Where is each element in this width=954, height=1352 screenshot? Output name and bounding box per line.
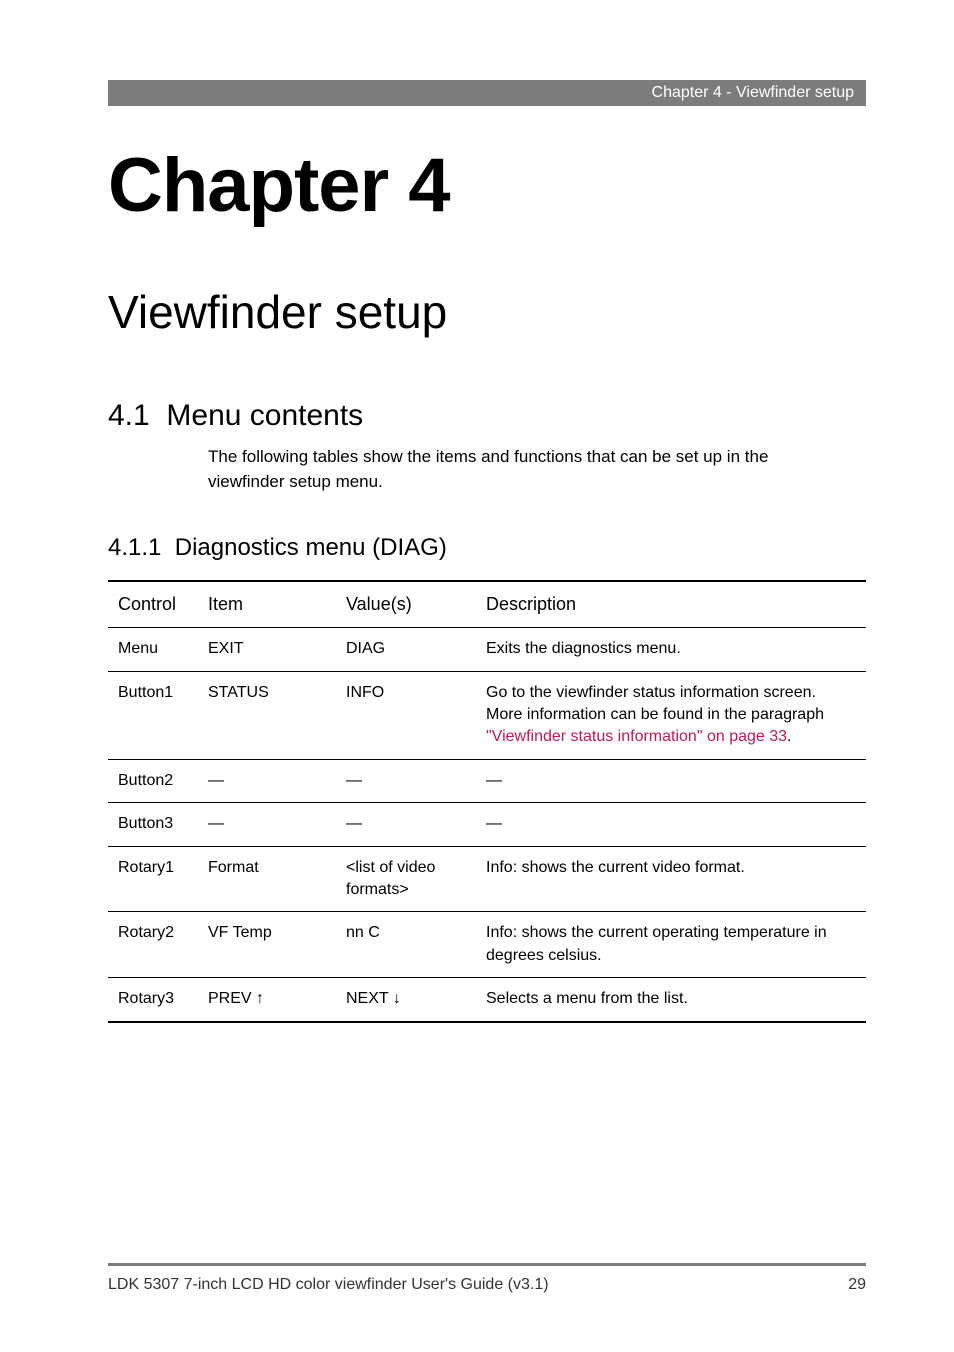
subsection-heading: 4.1.1 Diagnostics menu (DIAG) (108, 534, 866, 562)
cell-values: — (336, 803, 476, 846)
header-bar: Chapter 4 - Viewfinder setup (108, 80, 866, 106)
th-item: Item (198, 581, 336, 628)
section-heading: 4.1 Menu contents (108, 399, 866, 433)
table-row: Button1STATUSINFO Go to the viewfinder st… (108, 671, 866, 759)
chapter-subtitle: Viewfinder setup (108, 285, 866, 339)
footer-page-number: 29 (848, 1276, 866, 1294)
table-row: MenuEXITDIAG Exits the diagnostics menu. (108, 628, 866, 671)
page-footer: LDK 5307 7-inch LCD HD color viewfinder … (108, 1263, 866, 1294)
cell-description: Info: shows the current operating temper… (476, 912, 866, 978)
section-intro: The following tables show the items and … (208, 445, 808, 494)
desc-text: Go to the viewfinder status information … (486, 684, 824, 723)
th-control: Control (108, 581, 198, 628)
cell-item: EXIT (198, 628, 336, 671)
cell-values: — (336, 759, 476, 802)
table-row: Button2——— (108, 759, 866, 802)
desc-text: Selects a menu from the list. (486, 990, 688, 1007)
th-description: Description (476, 581, 866, 628)
cell-values: nn C (336, 912, 476, 978)
cell-description: Selects a menu from the list. (476, 978, 866, 1022)
cell-control: Rotary1 (108, 846, 198, 912)
cell-item: STATUS (198, 671, 336, 759)
section-number: 4.1 (108, 399, 150, 432)
table-row: Rotary2VF Tempnn C Info: shows the curren… (108, 912, 866, 978)
cell-description: — (476, 803, 866, 846)
cell-control: Rotary2 (108, 912, 198, 978)
cell-control: Menu (108, 628, 198, 671)
cell-item: PREV ↑ (198, 978, 336, 1022)
cell-values: NEXT ↓ (336, 978, 476, 1022)
cell-control: Rotary3 (108, 978, 198, 1022)
cell-description: — (476, 759, 866, 802)
desc-text: Info: shows the current operating temper… (486, 924, 827, 963)
cell-values: INFO (336, 671, 476, 759)
cell-values: <list of video formats> (336, 846, 476, 912)
cell-description: Exits the diagnostics menu. (476, 628, 866, 671)
desc-text: Info: shows the current video format. (486, 859, 745, 876)
cell-control: Button1 (108, 671, 198, 759)
footer-rule (108, 1263, 866, 1266)
header-text: Chapter 4 - Viewfinder setup (652, 84, 854, 101)
cell-control: Button3 (108, 803, 198, 846)
chapter-title: Chapter 4 (108, 142, 866, 229)
cross-reference-link[interactable]: "Viewfinder status information" on page … (486, 728, 787, 745)
cell-description: Go to the viewfinder status information … (476, 671, 866, 759)
diagnostics-table: Control Item Value(s) Description MenuEX… (108, 580, 866, 1022)
footer-title: LDK 5307 7-inch LCD HD color viewfinder … (108, 1276, 549, 1294)
cell-control: Button2 (108, 759, 198, 802)
cell-item: Format (198, 846, 336, 912)
cell-item: — (198, 759, 336, 802)
subsection-title: Diagnostics menu (DIAG) (175, 534, 447, 561)
table-row: Rotary3PREV ↑NEXT ↓ Selects a menu from t… (108, 978, 866, 1022)
desc-text: Exits the diagnostics menu. (486, 640, 681, 657)
cell-values: DIAG (336, 628, 476, 671)
cell-description: Info: shows the current video format. (476, 846, 866, 912)
desc-text: — (486, 772, 502, 789)
subsection-number: 4.1.1 (108, 534, 161, 561)
section-title: Menu contents (166, 399, 363, 432)
table-row: Rotary1Format<list of video formats> Info… (108, 846, 866, 912)
cell-item: VF Temp (198, 912, 336, 978)
table-row: Button3——— (108, 803, 866, 846)
desc-text: — (486, 815, 502, 832)
cell-item: — (198, 803, 336, 846)
th-values: Value(s) (336, 581, 476, 628)
desc-text: . (787, 728, 791, 745)
